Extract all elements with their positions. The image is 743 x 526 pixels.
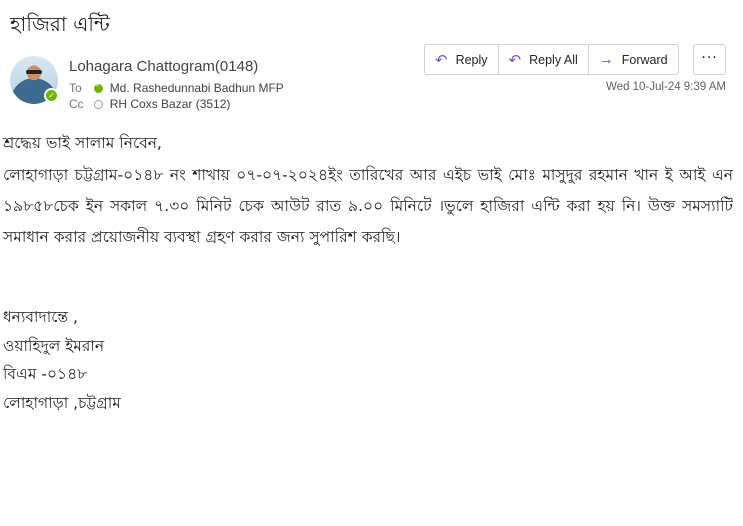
reply-all-label: Reply All <box>529 52 578 67</box>
body-paragraph: লোহাগাড়া চট্টগ্রাম-০১৪৮ নং শাখায় ০৭-০৭… <box>3 166 733 246</box>
reply-button[interactable]: ↶ Reply <box>425 45 498 74</box>
reply-label: Reply <box>455 52 488 67</box>
cc-label: Cc <box>69 97 84 111</box>
signature-line: বিএম -০১৪৮ <box>3 365 88 383</box>
avatar-glasses <box>26 70 42 74</box>
message-actions: ↶ Reply ↶ Reply All → Forward <box>424 44 679 75</box>
signature-block: ধন্যবাদান্তে , ওয়াহিদুল ইমরান বিএম -০১৪… <box>3 303 733 417</box>
presence-available-icon <box>94 81 104 93</box>
signature-line: লোহাগাড়া ,চট্টগ্রাম <box>3 393 121 412</box>
presence-available-icon: ✓ <box>44 88 59 103</box>
reply-icon: ↶ <box>435 51 448 69</box>
body-greeting: শ্রদ্ধেয় ভাই সালাম নিবেন, <box>3 134 162 152</box>
cc-recipient[interactable]: RH Coxs Bazar (3512) <box>110 97 231 111</box>
cc-row: Cc RH Coxs Bazar (3512) <box>69 97 230 111</box>
more-actions-button[interactable]: ··· <box>693 44 726 75</box>
reply-all-icon: ↶ <box>508 51 522 69</box>
forward-label: Forward <box>621 52 668 67</box>
signature-line: ওয়াহিদুল ইমরান <box>3 336 105 355</box>
sender-name[interactable]: Lohagara Chattogram(0148) <box>69 58 258 75</box>
to-row: To Md. Rashedunnabi Badhun MFP <box>69 81 284 95</box>
message-body: শ্রদ্ধেয় ভাই সালাম নিবেন, লোহাগাড়া চট্… <box>3 128 733 417</box>
message-timestamp: Wed 10-Jul-24 9:39 AM <box>606 81 726 93</box>
forward-icon: → <box>598 51 614 68</box>
email-subject: হাজিরা এন্টি <box>10 12 110 36</box>
to-label: To <box>69 81 82 95</box>
signature-line: ধন্যবাদান্তে , <box>3 308 78 326</box>
reply-all-button[interactable]: ↶ Reply All <box>497 45 588 74</box>
forward-button[interactable]: → Forward <box>587 45 678 74</box>
presence-unknown-icon <box>94 100 104 109</box>
to-recipient[interactable]: Md. Rashedunnabi Badhun MFP <box>110 81 284 95</box>
